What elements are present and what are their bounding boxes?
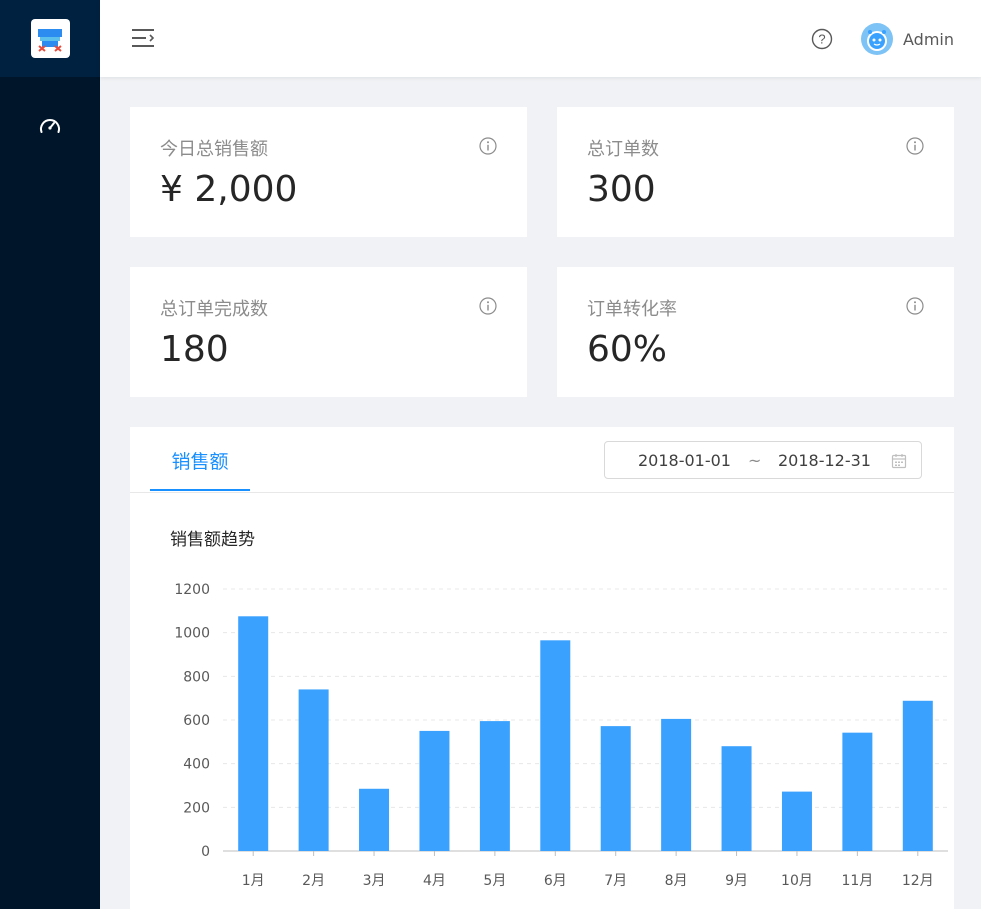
x-tick-label: 3月 xyxy=(363,873,386,889)
x-tick-label: 10月 xyxy=(781,873,813,889)
bar xyxy=(721,746,752,851)
menu-fold-icon[interactable] xyxy=(131,27,155,49)
y-tick-label: 200 xyxy=(183,800,210,816)
user-menu[interactable]: Admin xyxy=(861,22,954,56)
sidebar xyxy=(0,0,100,909)
x-tick-label: 5月 xyxy=(483,873,506,889)
stat-card-value: 60% xyxy=(587,329,668,370)
x-tick-label: 7月 xyxy=(604,873,627,889)
x-tick-label: 8月 xyxy=(665,873,688,889)
dashboard-icon xyxy=(40,119,60,133)
x-tick-label: 12月 xyxy=(902,873,934,889)
bar xyxy=(298,689,329,851)
sales-panel: 销售额 2018-01-01 ~ 2018-12-31 销售额趋势 0 200 40… xyxy=(130,427,954,909)
stat-card-value: ¥ 2,000 xyxy=(160,169,298,210)
svg-text:?: ? xyxy=(818,32,825,47)
bar xyxy=(419,730,450,851)
x-tick-label: 6月 xyxy=(544,873,567,889)
sidebar-item-dashboard[interactable] xyxy=(0,103,100,151)
stat-card-value: 180 xyxy=(160,329,229,370)
info-icon[interactable] xyxy=(906,297,924,315)
sales-bar-chart: 0 200 400 600 800 1000 1200 1月 2月 3月 4月 5月 6月 7月 8月 9月 1… xyxy=(174,582,948,889)
header: ? Admin xyxy=(100,0,981,77)
y-tick-label: 0 xyxy=(201,844,210,860)
stat-card-label: 总订单数 xyxy=(587,139,659,160)
stat-card-label: 总订单完成数 xyxy=(160,299,268,320)
bar xyxy=(661,718,692,851)
stat-card-label: 订单转化率 xyxy=(587,299,677,320)
username: Admin xyxy=(903,29,954,49)
info-icon[interactable] xyxy=(479,137,497,155)
y-tick-label: 400 xyxy=(183,757,210,773)
stat-card-value: 300 xyxy=(587,169,656,210)
x-tick-label: 4月 xyxy=(423,873,446,889)
info-icon[interactable] xyxy=(479,297,497,315)
x-tick-label: 2月 xyxy=(302,873,325,889)
bar xyxy=(781,791,812,851)
y-tick-label: 600 xyxy=(183,713,210,729)
y-tick-label: 1200 xyxy=(174,582,210,598)
bar xyxy=(842,732,873,851)
bar xyxy=(238,616,269,851)
bar xyxy=(479,721,510,851)
stat-card-label: 今日总销售额 xyxy=(160,139,268,160)
bar xyxy=(902,700,933,851)
bar xyxy=(540,640,571,851)
y-tick-label: 800 xyxy=(183,669,210,685)
y-tick-label: 1000 xyxy=(174,626,210,642)
bar xyxy=(359,788,390,851)
help-icon[interactable]: ? xyxy=(811,28,833,50)
info-icon[interactable] xyxy=(906,137,924,155)
x-tick-label: 11月 xyxy=(841,873,873,889)
x-tick-label: 9月 xyxy=(725,873,748,889)
avatar xyxy=(861,23,893,55)
stat-card-conversion-rate: 订单转化率 60% xyxy=(557,267,954,397)
sidebar-logo-area xyxy=(0,0,100,77)
stat-card-today-sales: 今日总销售额 ¥ 2,000 xyxy=(130,107,527,237)
avatar-icon xyxy=(867,30,887,51)
bar xyxy=(600,726,631,851)
x-tick-label: 1月 xyxy=(242,873,265,889)
stat-card-completed-orders: 总订单完成数 180 xyxy=(130,267,527,397)
store-logo-icon xyxy=(38,28,62,52)
stat-card-total-orders: 总订单数 300 xyxy=(557,107,954,237)
app-logo[interactable] xyxy=(30,19,70,58)
